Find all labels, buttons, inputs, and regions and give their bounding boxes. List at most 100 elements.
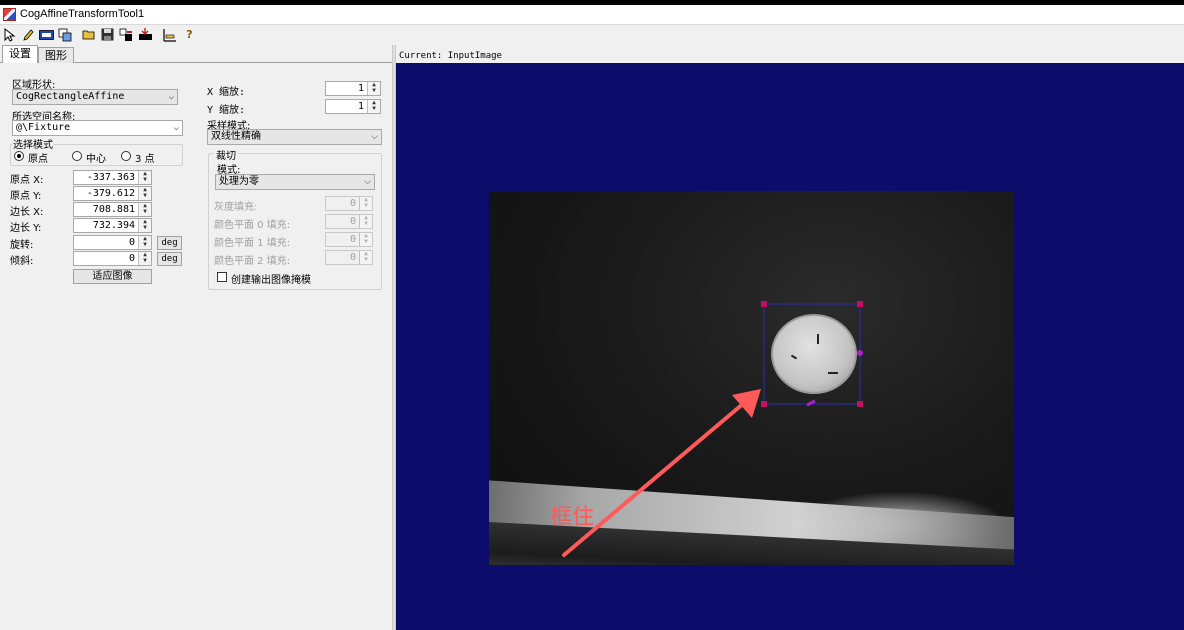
layout-icon[interactable] — [118, 27, 133, 42]
rotation-label: 旋转: — [10, 240, 34, 251]
arrow-head-icon — [732, 389, 761, 418]
gray-fill-label: 灰度填充: — [214, 202, 258, 213]
roi-rotate-handle[interactable] — [857, 350, 863, 356]
sampling-mode-combo[interactable]: 双线性精确 ⌵ — [207, 129, 382, 145]
pencil-icon[interactable] — [20, 27, 35, 42]
chevron-down-icon: ⌵ — [168, 92, 174, 102]
x-scale-input[interactable]: 1 ▲ ▼ — [325, 81, 381, 96]
radio-center[interactable] — [72, 151, 82, 161]
settings-panel: 区域形状: CogRectangleAffine ⌵ 所选空间名称: @\Fix… — [0, 63, 392, 630]
sampling-mode-value: 双线性精确 — [211, 131, 261, 142]
radio-three-point-label: 3 点 — [135, 154, 155, 165]
app-icon — [3, 8, 16, 21]
help-icon[interactable]: ? — [182, 27, 197, 42]
side-y-value: 732.394 — [92, 220, 135, 231]
y-scale-value: 1 — [357, 101, 364, 112]
tool-window: CogAffineTransformTool1 ? 设置 图形 区域形状: Co… — [0, 5, 1184, 630]
spin-arrows-icon[interactable]: ▲ ▼ — [138, 219, 151, 232]
side-y-input[interactable]: 732.394 ▲ ▼ — [73, 218, 152, 233]
spin-arrows-icon[interactable]: ▲ ▼ — [138, 203, 151, 216]
spin-arrows-icon[interactable]: ▲ ▼ — [138, 187, 151, 200]
selection-mode-label: 选择模式 — [12, 136, 54, 151]
y-scale-input[interactable]: 1 ▲ ▼ — [325, 99, 381, 114]
side-x-input[interactable]: 708.881 ▲ ▼ — [73, 202, 152, 217]
spin-arrows-icon[interactable]: ▲ ▼ — [359, 251, 372, 264]
region-shape-combo[interactable]: CogRectangleAffine ⌵ — [12, 89, 178, 105]
image-pane: Current: InputImage 框住 — [396, 45, 1184, 630]
gray-fill-input[interactable]: 0 ▲ ▼ — [325, 196, 373, 211]
origin-x-label: 原点 X: — [10, 175, 44, 186]
plane2-fill-value: 0 — [349, 252, 356, 263]
selected-space-combo[interactable]: @\Fixture ⌵ — [12, 120, 183, 136]
spin-arrows-icon[interactable]: ▲ ▼ — [138, 171, 151, 184]
window-title: CogAffineTransformTool1 — [20, 8, 145, 20]
plane2-fill-label: 颜色平面 2 填充: — [214, 256, 291, 267]
create-mask-label: 创建输出图像掩模 — [231, 275, 311, 286]
origin-y-input[interactable]: -379.612 ▲ ▼ — [73, 186, 152, 201]
rotation-value: 0 — [128, 237, 135, 248]
pointer-icon[interactable] — [2, 27, 17, 42]
plane0-fill-input[interactable]: 0 ▲ ▼ — [325, 214, 373, 229]
tab-graphics[interactable]: 图形 — [38, 47, 74, 63]
plane2-fill-input[interactable]: 0 ▲ ▼ — [325, 250, 373, 265]
roi-handle[interactable] — [761, 301, 767, 307]
gray-fill-value: 0 — [349, 198, 356, 209]
origin-x-value: -337.363 — [86, 172, 135, 183]
spin-arrows-icon[interactable]: ▲ ▼ — [367, 100, 380, 113]
roi-rectangle[interactable] — [763, 303, 861, 405]
chevron-down-icon: ⌵ — [371, 132, 378, 142]
ruler-icon[interactable] — [162, 27, 177, 42]
open-folder-icon[interactable] — [82, 27, 97, 42]
annotation-arrow — [562, 401, 746, 557]
selected-space-value: @\Fixture — [16, 122, 71, 133]
plane1-fill-input[interactable]: 0 ▲ ▼ — [325, 232, 373, 247]
image-view-icon[interactable] — [39, 27, 54, 42]
skew-unit-button[interactable]: deg — [157, 252, 182, 266]
copy-icon[interactable] — [57, 27, 72, 42]
graphics-overlay — [562, 301, 863, 557]
radio-origin[interactable] — [14, 151, 24, 161]
roi-handle[interactable] — [857, 301, 863, 307]
spin-arrows-icon[interactable]: ▲ ▼ — [359, 233, 372, 246]
spin-arrows-icon[interactable]: ▲ ▼ — [359, 197, 372, 210]
toolbar: ? — [0, 26, 1184, 44]
radio-origin-label: 原点 — [28, 154, 48, 165]
x-scale-value: 1 — [357, 83, 364, 94]
import-icon[interactable] — [138, 27, 153, 42]
fit-image-button[interactable]: 适应图像 — [73, 269, 152, 284]
crop-group-label: 裁切 — [214, 147, 238, 162]
save-icon[interactable] — [100, 27, 115, 42]
crop-mode-value: 处理为零 — [219, 176, 259, 187]
skew-input[interactable]: 0 ▲ ▼ — [73, 251, 152, 266]
tab-strip: 设置 图形 — [0, 45, 392, 64]
roi-handle[interactable] — [761, 401, 767, 407]
plane1-fill-label: 颜色平面 1 填充: — [214, 238, 291, 249]
spin-arrows-icon[interactable]: ▲ ▼ — [138, 252, 151, 265]
skew-label: 倾斜: — [10, 256, 34, 267]
image-canvas[interactable]: 框住 — [396, 63, 1184, 630]
plane0-fill-value: 0 — [349, 216, 356, 227]
radio-center-label: 中心 — [86, 154, 106, 165]
region-shape-value: CogRectangleAffine — [16, 91, 125, 102]
side-x-label: 边长 X: — [10, 207, 44, 218]
origin-y-value: -379.612 — [86, 188, 135, 199]
spin-arrows-icon[interactable]: ▲ ▼ — [138, 236, 151, 249]
side-y-label: 边长 Y: — [10, 223, 42, 234]
plane1-fill-value: 0 — [349, 234, 356, 245]
current-image-label: Current: InputImage — [399, 51, 502, 61]
create-mask-checkbox[interactable] — [217, 272, 227, 282]
spin-arrows-icon[interactable]: ▲ ▼ — [367, 82, 380, 95]
crop-mode-combo[interactable]: 处理为零 ⌵ — [215, 174, 375, 190]
roi-handle[interactable] — [857, 401, 863, 407]
rotation-unit-button[interactable]: deg — [157, 236, 182, 250]
radio-three-point[interactable] — [121, 151, 131, 161]
origin-x-input[interactable]: -337.363 ▲ ▼ — [73, 170, 152, 185]
rotation-input[interactable]: 0 ▲ ▼ — [73, 235, 152, 250]
annotation-text: 框住 — [550, 505, 595, 530]
tab-settings[interactable]: 设置 — [2, 45, 38, 64]
spin-arrows-icon[interactable]: ▲ ▼ — [359, 215, 372, 228]
x-scale-label: X 缩放: — [207, 87, 246, 98]
origin-y-label: 原点 Y: — [10, 191, 42, 202]
title-bar: CogAffineTransformTool1 — [0, 5, 1184, 25]
chevron-down-icon: ⌵ — [173, 123, 179, 133]
